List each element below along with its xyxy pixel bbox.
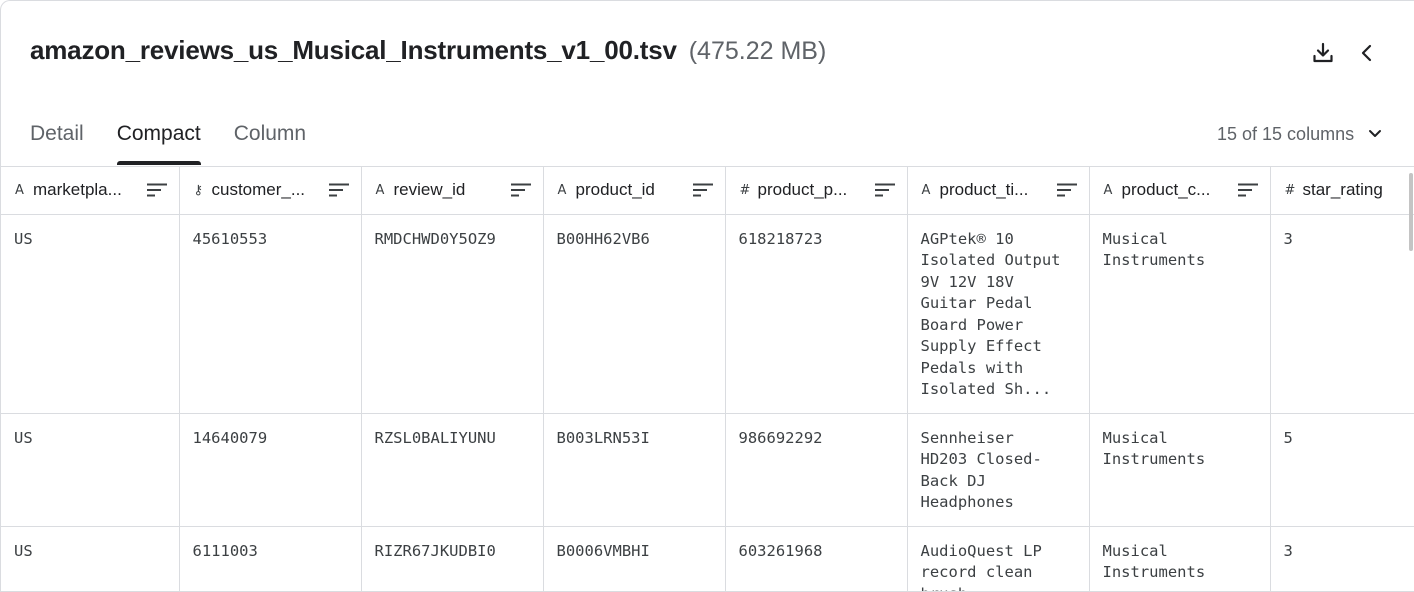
string-type-icon: A: [1103, 182, 1113, 198]
data-table: A marketpla... ⚷ customer_... A review_i…: [1, 167, 1414, 591]
table-cell: 3: [1270, 214, 1414, 414]
table-cell: 603261968: [725, 526, 908, 591]
column-header-label: product_c...: [1121, 180, 1211, 199]
string-type-icon: A: [921, 182, 931, 198]
chevron-left-icon: [1361, 44, 1372, 62]
vertical-scrollbar[interactable]: [1409, 173, 1413, 251]
table-cell: 6111003: [179, 526, 362, 591]
column-header-label: product_ti...: [939, 180, 1029, 199]
column-header-product-category[interactable]: A product_c...: [1089, 167, 1271, 215]
column-header-label: marketpla...: [33, 180, 122, 199]
table-row[interactable]: US 45610553 RMDCHWD0Y5OZ9 B00HH62VB6 618…: [1, 214, 1414, 414]
file-header: amazon_reviews_us_Musical_Instruments_v1…: [30, 35, 826, 71]
column-header-review-id[interactable]: A review_id: [361, 167, 544, 215]
table-cell: 986692292: [725, 413, 908, 527]
sort-icon[interactable]: [1056, 183, 1077, 197]
download-icon: [1313, 42, 1333, 63]
table-cell: B0006VMBHI: [543, 526, 726, 591]
tab-column[interactable]: Column: [234, 113, 306, 167]
number-type-icon: #: [739, 182, 751, 198]
sort-icon[interactable]: [328, 183, 349, 197]
chevron-down-icon: [1368, 129, 1382, 139]
table-cell: Musical Instruments: [1089, 413, 1271, 527]
download-button[interactable]: [1309, 39, 1337, 67]
column-header-label: customer_...: [211, 180, 306, 199]
table-cell: B00HH62VB6: [543, 214, 726, 414]
table-cell: US: [1, 214, 180, 414]
data-table-container[interactable]: A marketpla... ⚷ customer_... A review_i…: [1, 166, 1414, 591]
view-tabs: Detail Compact Column: [30, 113, 339, 167]
number-type-icon: #: [1284, 182, 1296, 198]
column-selector[interactable]: 15 of 15 columns: [1217, 122, 1382, 146]
column-header-label: review_id: [393, 180, 466, 199]
sort-icon[interactable]: [146, 183, 167, 197]
column-header-marketplace[interactable]: A marketpla...: [1, 167, 180, 215]
dataset-preview-panel: amazon_reviews_us_Musical_Instruments_v1…: [0, 0, 1414, 592]
column-count-label: 15 of 15 columns: [1217, 123, 1355, 144]
column-header-customer-id[interactable]: ⚷ customer_...: [179, 167, 362, 215]
table-row[interactable]: US 6111003 RIZR67JKUDBI0 B0006VMBHI 6032…: [1, 526, 1414, 591]
table-cell: AGPtek® 10 Isolated Output 9V 12V 18V Gu…: [907, 214, 1090, 414]
table-row[interactable]: US 14640079 RZSL0BALIYUNU B003LRN53I 986…: [1, 413, 1414, 527]
column-header-label: product_id: [575, 180, 655, 199]
string-type-icon: A: [557, 182, 567, 198]
sort-icon[interactable]: [692, 183, 713, 197]
tab-compact[interactable]: Compact: [116, 113, 201, 167]
column-header-product-id[interactable]: A product_id: [543, 167, 726, 215]
file-name: amazon_reviews_us_Musical_Instruments_v1…: [30, 35, 677, 65]
sort-icon[interactable]: [1237, 183, 1258, 197]
key-type-icon: ⚷: [193, 182, 204, 198]
table-cell: AudioQuest LP record clean brush: [907, 526, 1090, 591]
table-cell: RZSL0BALIYUNU: [361, 413, 544, 527]
table-cell: 45610553: [179, 214, 362, 414]
table-cell: 14640079: [179, 413, 362, 527]
table-cell: 5: [1270, 413, 1414, 527]
table-cell: RMDCHWD0Y5OZ9: [361, 214, 544, 414]
table-cell: Sennheiser HD203 Closed- Back DJ Headpho…: [907, 413, 1090, 527]
column-header-label: star_rating: [1302, 180, 1383, 199]
table-cell: 3: [1270, 526, 1414, 591]
table-cell: Musical Instruments: [1089, 214, 1271, 414]
sort-icon[interactable]: [510, 183, 531, 197]
sort-icon[interactable]: [874, 183, 895, 197]
column-header-product-parent[interactable]: # product_p...: [725, 167, 908, 215]
string-type-icon: A: [15, 182, 24, 198]
table-cell: US: [1, 413, 180, 527]
table-cell: Musical Instruments: [1089, 526, 1271, 591]
table-cell: 618218723: [725, 214, 908, 414]
tab-detail[interactable]: Detail: [30, 113, 84, 167]
table-header-row: A marketpla... ⚷ customer_... A review_i…: [1, 167, 1414, 215]
table-cell: US: [1, 526, 180, 591]
collapse-panel-button[interactable]: [1355, 39, 1379, 67]
table-cell: B003LRN53I: [543, 413, 726, 527]
column-header-product-title[interactable]: A product_ti...: [907, 167, 1090, 215]
column-header-label: product_p...: [757, 180, 848, 199]
file-size: (475.22 MB): [688, 37, 827, 65]
table-cell: RIZR67JKUDBI0: [361, 526, 544, 591]
string-type-icon: A: [375, 182, 385, 198]
column-header-star-rating[interactable]: # star_rating: [1270, 167, 1414, 215]
